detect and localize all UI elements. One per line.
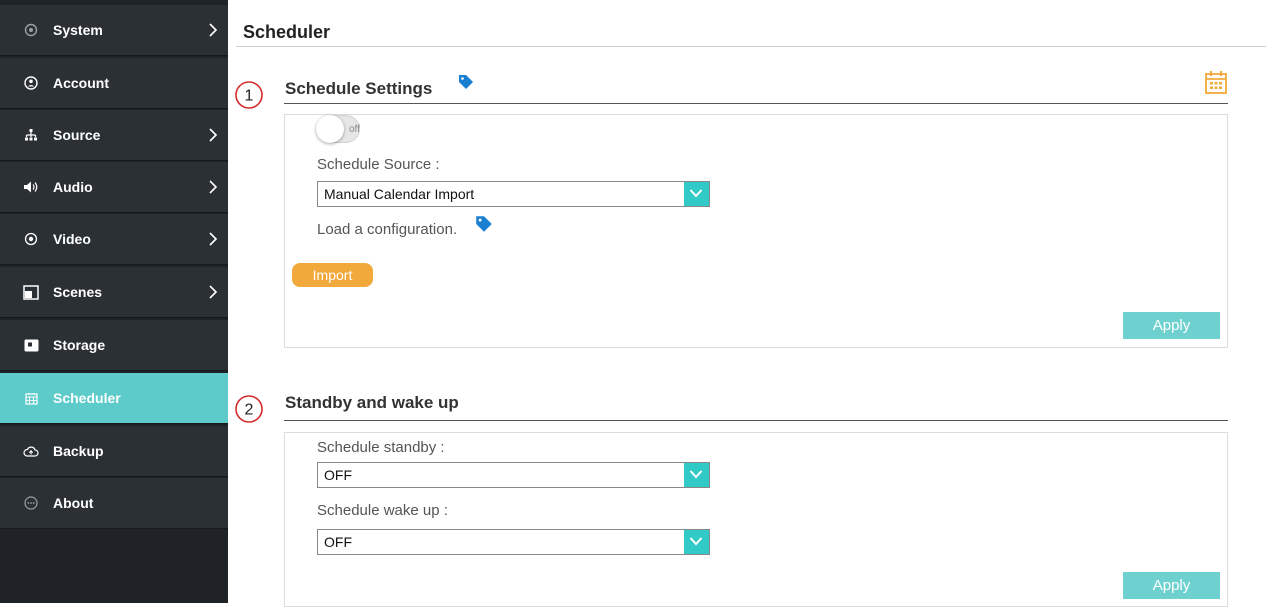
sidebar-item-system[interactable]: System xyxy=(0,5,228,56)
sidebar-item-label: System xyxy=(53,22,103,38)
section-title-standby: Standby and wake up xyxy=(285,393,459,412)
schedule-wakeup-select[interactable]: OFF xyxy=(317,529,710,555)
select-value: OFF xyxy=(324,534,352,550)
calendar-icon xyxy=(23,390,39,406)
chevron-right-icon xyxy=(208,179,220,195)
apply-button[interactable]: Apply xyxy=(1123,312,1220,339)
schedule-source-select[interactable]: Manual Calendar Import xyxy=(317,181,710,207)
speaker-icon xyxy=(23,179,39,195)
chevron-down-icon xyxy=(684,182,709,206)
sidebar-item-label: Source xyxy=(53,127,101,143)
sidebar: System Account Source Audio Video Scenes… xyxy=(0,0,228,603)
load-configuration-text: Load a configuration. xyxy=(317,221,458,238)
chevron-down-icon xyxy=(684,530,709,554)
step-badge-number: 1 xyxy=(245,88,254,105)
page-title: Scheduler xyxy=(243,22,331,42)
title-divider xyxy=(236,46,1266,47)
standby-panel xyxy=(284,432,1228,607)
sidebar-item-label: Storage xyxy=(53,337,106,353)
schedule-source-label: Schedule Source : xyxy=(317,156,440,173)
storage-icon xyxy=(23,337,39,353)
import-button[interactable]: Import xyxy=(292,263,373,287)
tag-icon[interactable] xyxy=(474,214,494,234)
scenes-icon xyxy=(23,284,39,300)
sidebar-item-label: Audio xyxy=(53,179,93,195)
sidebar-item-video[interactable]: Video xyxy=(0,214,228,265)
sidebar-item-scenes[interactable]: Scenes xyxy=(0,267,228,318)
select-value: Manual Calendar Import xyxy=(324,186,475,202)
sidebar-item-label: Account xyxy=(53,75,109,91)
chevron-right-icon xyxy=(208,22,220,38)
calendar-icon[interactable] xyxy=(1204,70,1228,95)
section-divider xyxy=(284,420,1228,421)
sidebar-item-backup[interactable]: Backup xyxy=(0,426,228,477)
chevron-down-icon xyxy=(684,463,709,487)
sidebar-item-source[interactable]: Source xyxy=(0,110,228,161)
system-icon xyxy=(23,22,39,38)
tag-icon[interactable] xyxy=(457,73,475,91)
video-icon xyxy=(23,231,39,247)
source-icon xyxy=(23,127,39,143)
schedule-standby-select[interactable]: OFF xyxy=(317,462,710,488)
step-badge-number: 2 xyxy=(245,402,254,419)
sidebar-item-account[interactable]: Account xyxy=(0,58,228,109)
schedule-toggle[interactable]: off xyxy=(316,115,360,143)
sidebar-item-label: Video xyxy=(53,231,91,247)
step-badge-2: 2 xyxy=(235,395,263,423)
sidebar-item-about[interactable]: About xyxy=(0,478,228,529)
step-badge-1: 1 xyxy=(235,81,263,109)
schedule-standby-label: Schedule standby : xyxy=(317,439,445,456)
sidebar-item-audio[interactable]: Audio xyxy=(0,162,228,213)
chevron-right-icon xyxy=(208,284,220,300)
cloud-upload-icon xyxy=(23,443,39,459)
toggle-state-label: off xyxy=(349,124,360,135)
more-icon xyxy=(23,495,39,511)
toggle-knob xyxy=(316,115,344,143)
schedule-wakeup-label: Schedule wake up : xyxy=(317,502,448,519)
section-divider xyxy=(284,103,1228,104)
chevron-right-icon xyxy=(208,127,220,143)
account-icon xyxy=(23,75,39,91)
sidebar-item-label: Scheduler xyxy=(53,390,121,406)
select-value: OFF xyxy=(324,467,352,483)
sidebar-item-label: About xyxy=(53,495,94,511)
sidebar-item-scheduler[interactable]: Scheduler xyxy=(0,373,228,424)
chevron-right-icon xyxy=(208,231,220,247)
apply-button[interactable]: Apply xyxy=(1123,572,1220,599)
sidebar-item-label: Scenes xyxy=(53,284,103,300)
sidebar-item-storage[interactable]: Storage xyxy=(0,320,228,371)
sidebar-item-label: Backup xyxy=(53,443,104,459)
section-title-schedule-settings: Schedule Settings xyxy=(285,79,433,98)
